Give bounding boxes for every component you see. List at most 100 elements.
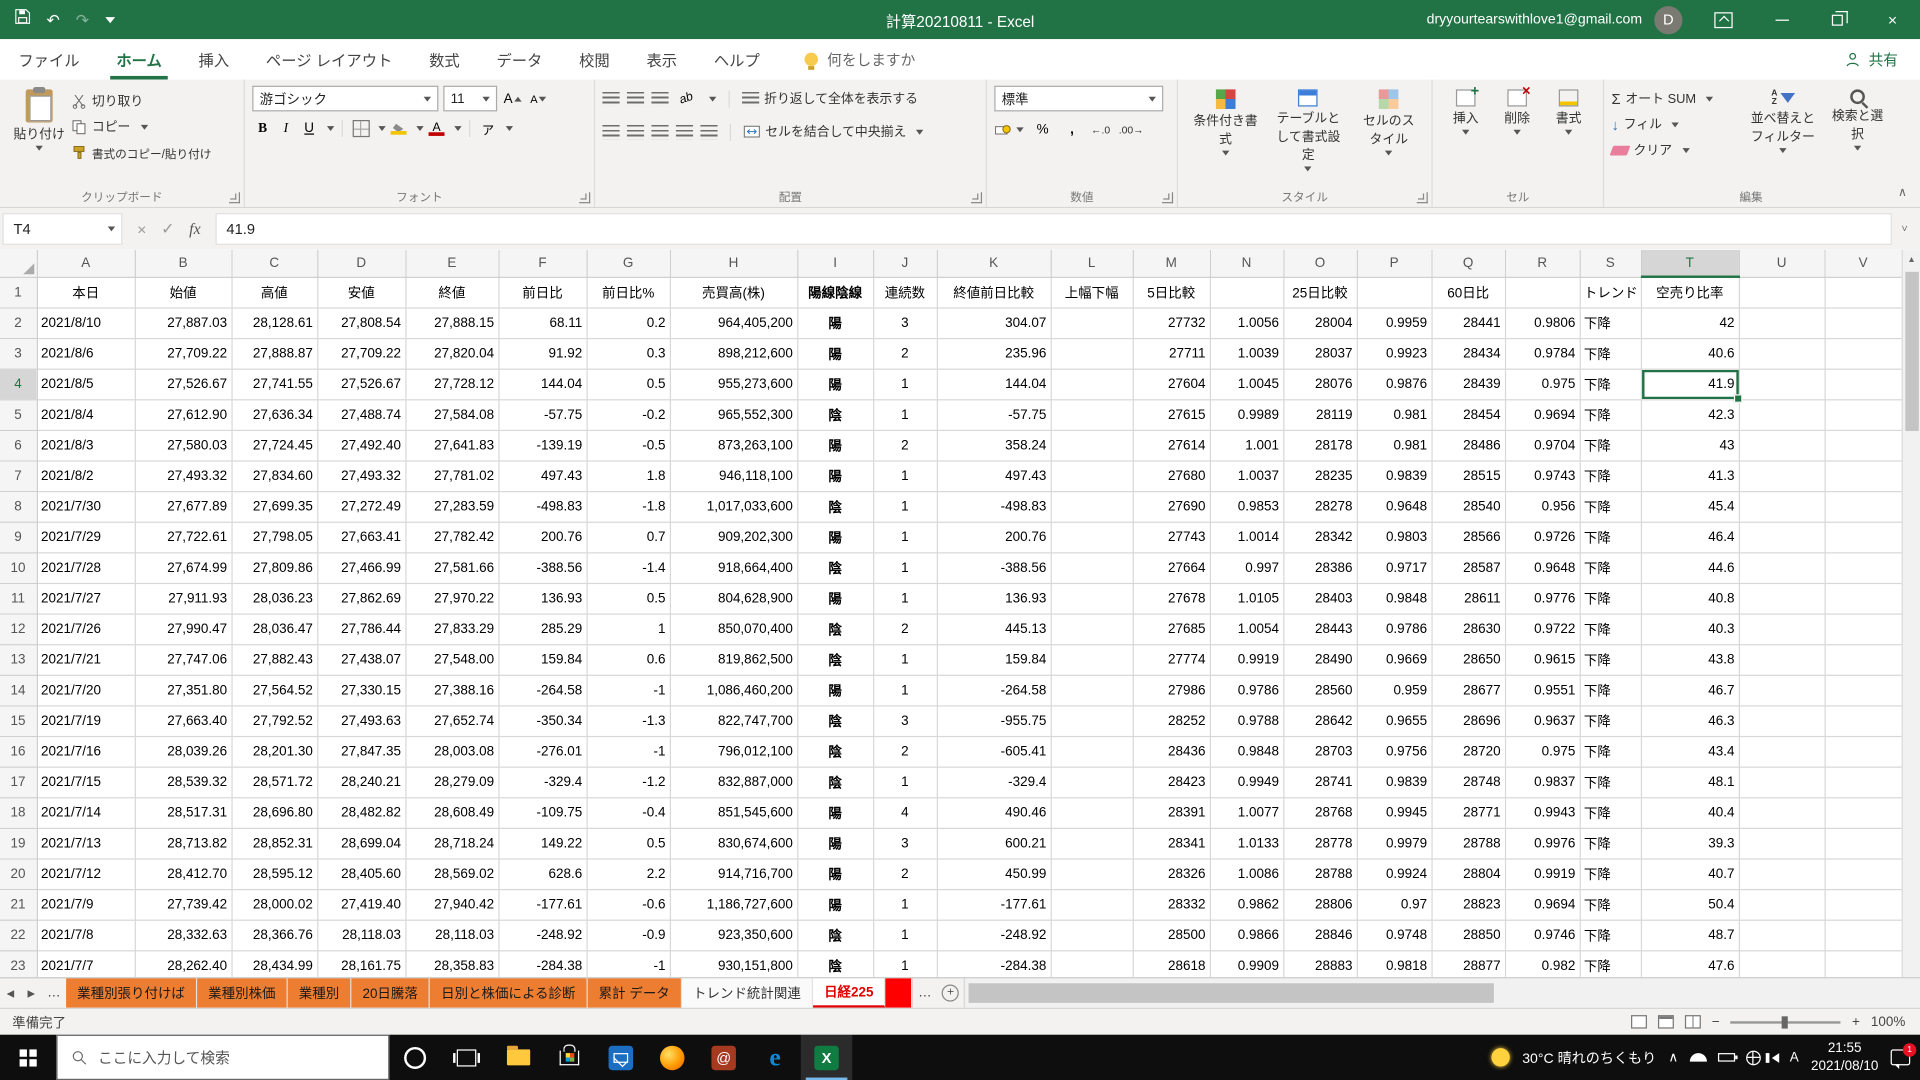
cell-K21[interactable]: -177.61 [937,889,1051,920]
font-color-button[interactable]: A [426,118,447,139]
row-header-5[interactable]: 5 [0,399,37,430]
cell-A9[interactable]: 2021/7/29 [37,522,135,553]
comma-style-button[interactable]: , [1062,119,1083,140]
cell-Q15[interactable]: 28696 [1431,705,1504,736]
tell-me-search[interactable]: 何をしますか [805,39,915,79]
cell-F2[interactable]: 68.11 [498,307,586,338]
cell-I10[interactable]: 陰 [797,552,873,583]
find-select-button[interactable]: 検索と選択 [1822,86,1893,163]
cell-A6[interactable]: 2021/8/3 [37,430,135,461]
cell-P20[interactable]: 0.9924 [1357,858,1432,889]
cell-R13[interactable]: 0.9615 [1505,644,1580,675]
cell-K15[interactable]: -955.75 [937,705,1051,736]
cell-K4[interactable]: 144.04 [937,369,1051,400]
delete-cells-button[interactable]: 削除 [1491,86,1542,139]
sheet-tab-日別と株価による診断[interactable]: 日別と株価による診断 [430,978,588,1007]
cell-F8[interactable]: -498.83 [498,491,586,522]
cell-V11[interactable] [1825,583,1902,614]
cell-G18[interactable]: -0.4 [587,797,670,828]
cell-O20[interactable]: 28788 [1283,858,1356,889]
cell-K16[interactable]: -605.41 [937,736,1051,767]
cell-C3[interactable]: 27,888.87 [231,338,317,369]
cell-S6[interactable]: 下降 [1580,430,1641,461]
row-header-23[interactable]: 23 [0,950,37,977]
cell-B2[interactable]: 27,887.03 [135,307,232,338]
cell-N22[interactable]: 0.9866 [1210,920,1283,951]
cell-S19[interactable]: 下降 [1580,828,1641,859]
cell-H11[interactable]: 804,628,900 [670,583,797,614]
autosum-button[interactable]: Σ オート SUM [1611,86,1743,112]
cell-F13[interactable]: 159.84 [498,644,586,675]
conditional-formatting-button[interactable]: 条件付き書式 [1185,86,1265,175]
cell-T3[interactable]: 40.6 [1641,338,1739,369]
excel-taskbar-button[interactable]: X [801,1035,852,1080]
cell-G19[interactable]: 0.5 [587,828,670,859]
cell-Q14[interactable]: 28677 [1431,675,1504,706]
cell-V1[interactable] [1825,277,1902,308]
align-center-icon[interactable] [627,124,644,139]
cell-N16[interactable]: 0.9848 [1210,736,1283,767]
percent-style-button[interactable]: % [1032,119,1053,140]
cell-C7[interactable]: 27,834.60 [231,460,317,491]
cell-K13[interactable]: 159.84 [937,644,1051,675]
cell-O4[interactable]: 28076 [1283,369,1356,400]
cell-P12[interactable]: 0.9786 [1357,613,1432,644]
cell-S20[interactable]: 下降 [1580,858,1641,889]
cell-P2[interactable]: 0.9959 [1357,307,1432,338]
cell-D20[interactable]: 28,405.60 [317,858,405,889]
cell-I17[interactable]: 陰 [797,767,873,798]
cell-O22[interactable]: 28846 [1283,920,1356,951]
cell-L11[interactable] [1051,583,1133,614]
cell-V6[interactable] [1825,430,1902,461]
cell-P1[interactable] [1357,277,1432,308]
cell-D10[interactable]: 27,466.99 [317,552,405,583]
cell-N19[interactable]: 1.0133 [1210,828,1283,859]
cell-M22[interactable]: 28500 [1133,920,1210,951]
cell-R8[interactable]: 0.956 [1505,491,1580,522]
cell-C6[interactable]: 27,724.45 [231,430,317,461]
cell-N14[interactable]: 0.9786 [1210,675,1283,706]
cell-L13[interactable] [1051,644,1133,675]
cell-V13[interactable] [1825,644,1902,675]
cell-K18[interactable]: 490.46 [937,797,1051,828]
fill-color-button[interactable] [388,118,409,139]
account-email[interactable]: dryyourtearswithlove1@gmail.com [1427,12,1642,27]
cell-S13[interactable]: 下降 [1580,644,1641,675]
cell-B13[interactable]: 27,747.06 [135,644,232,675]
cell-U8[interactable] [1739,491,1825,522]
cell-L21[interactable] [1051,889,1133,920]
zoom-slider-thumb[interactable] [1782,1016,1788,1028]
zoom-slider[interactable] [1731,1021,1841,1023]
cell-F9[interactable]: 200.76 [498,522,586,553]
cell-D16[interactable]: 27,847.35 [317,736,405,767]
cell-G13[interactable]: 0.6 [587,644,670,675]
cell-S15[interactable]: 下降 [1580,705,1641,736]
close-button[interactable]: × [1865,0,1920,39]
cell-G2[interactable]: 0.2 [587,307,670,338]
sheet-tab-業種別張り付けば[interactable]: 業種別張り付けば [66,978,197,1007]
redo-icon[interactable]: ↷ [76,12,89,28]
cell-H21[interactable]: 1,186,727,600 [670,889,797,920]
cell-L3[interactable] [1051,338,1133,369]
cell-G5[interactable]: -0.2 [587,399,670,430]
font-family-combo[interactable]: 游ゴシック [252,86,438,112]
cell-H10[interactable]: 918,664,400 [670,552,797,583]
number-dialog-launcher[interactable] [1162,192,1173,203]
cell-O5[interactable]: 28119 [1283,399,1356,430]
cell-D19[interactable]: 28,699.04 [317,828,405,859]
cell-C10[interactable]: 27,809.86 [231,552,317,583]
column-header-B[interactable]: B [135,250,232,277]
cell-D2[interactable]: 27,808.54 [317,307,405,338]
cell-K5[interactable]: -57.75 [937,399,1051,430]
cell-H14[interactable]: 1,086,460,200 [670,675,797,706]
cell-E8[interactable]: 27,283.59 [405,491,498,522]
cell-A12[interactable]: 2021/7/26 [37,613,135,644]
cell-V8[interactable] [1825,491,1902,522]
cell-B16[interactable]: 28,039.26 [135,736,232,767]
column-header-N[interactable]: N [1210,250,1283,277]
cell-E3[interactable]: 27,820.04 [405,338,498,369]
vertical-scrollbar[interactable]: ▲ [1902,250,1920,977]
clear-button[interactable]: クリア [1611,137,1743,163]
row-header-15[interactable]: 15 [0,705,37,736]
cell-B17[interactable]: 28,539.32 [135,767,232,798]
